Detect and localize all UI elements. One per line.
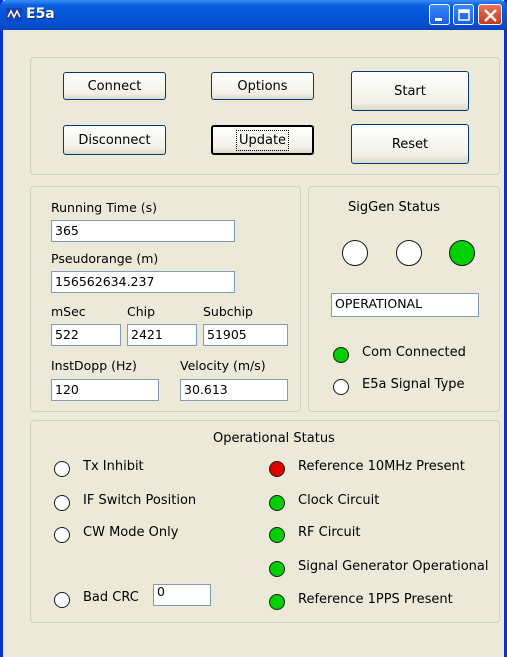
siggen-state-field[interactable]: OPERATIONAL: [331, 293, 479, 317]
msec-field[interactable]: 522: [51, 324, 121, 346]
siggen-indicator-2: [396, 240, 422, 266]
chip-field[interactable]: 2421: [127, 324, 197, 346]
tx-inhibit-label: Tx Inhibit: [83, 459, 144, 474]
running-time-field[interactable]: 365: [51, 220, 235, 242]
cw-mode-indicator: [54, 527, 70, 543]
clock-circuit-indicator: [269, 495, 285, 511]
rf-circuit-indicator: [269, 527, 285, 543]
ref-1pps-indicator: [269, 594, 285, 610]
ref-10mhz-label: Reference 10MHz Present: [298, 459, 465, 474]
rf-circuit-label: RF Circuit: [298, 525, 361, 540]
siggen-indicator-1: [342, 240, 368, 266]
bad-crc-field[interactable]: 0: [153, 584, 211, 606]
e5a-window: E5a Connect Disconnect Options Update St…: [0, 0, 507, 657]
reset-button[interactable]: Reset: [351, 124, 469, 164]
e5a-signal-indicator: [333, 379, 349, 395]
cw-mode-label: CW Mode Only: [83, 525, 179, 540]
pseudorange-label: Pseudorange (m): [51, 251, 159, 266]
close-button[interactable]: [478, 4, 502, 25]
bad-crc-indicator: [54, 592, 70, 608]
ref-1pps-label: Reference 1PPS Present: [298, 592, 453, 607]
velocity-field[interactable]: 30.613: [180, 379, 288, 401]
tx-inhibit-indicator: [54, 461, 70, 477]
siggen-indicator-3: [449, 240, 475, 266]
connect-button[interactable]: Connect: [63, 72, 166, 100]
if-switch-label: IF Switch Position: [83, 493, 197, 508]
update-button[interactable]: Update: [211, 125, 314, 155]
title-bar[interactable]: E5a: [0, 0, 507, 30]
minimize-button[interactable]: [429, 4, 450, 25]
com-connected-indicator: [333, 347, 349, 363]
clock-circuit-label: Clock Circuit: [298, 493, 380, 508]
siggen-status-title: SigGen Status: [348, 200, 440, 215]
operational-status-title: Operational Status: [213, 431, 335, 446]
app-icon: [6, 8, 22, 21]
window-title: E5a: [26, 6, 55, 22]
subchip-field[interactable]: 51905: [203, 324, 288, 346]
siggen-operational-label: Signal Generator Operational: [298, 559, 489, 574]
start-button[interactable]: Start: [351, 71, 469, 111]
chip-label: Chip: [127, 304, 156, 319]
if-switch-indicator: [54, 495, 70, 511]
maximize-button[interactable]: [453, 4, 474, 25]
bad-crc-label: Bad CRC: [83, 590, 139, 605]
subchip-label: Subchip: [203, 304, 253, 319]
velocity-label: Velocity (m/s): [180, 358, 266, 373]
running-time-label: Running Time (s): [51, 200, 158, 215]
instdopp-label: InstDopp (Hz): [51, 358, 137, 373]
msec-label: mSec: [51, 304, 86, 319]
siggen-operational-indicator: [269, 561, 285, 577]
instdopp-field[interactable]: 120: [51, 379, 159, 401]
disconnect-button[interactable]: Disconnect: [63, 125, 166, 155]
e5a-signal-label: E5a Signal Type: [362, 377, 465, 392]
pseudorange-field[interactable]: 156562634.237: [51, 271, 235, 293]
com-connected-label: Com Connected: [362, 345, 466, 360]
options-button[interactable]: Options: [211, 72, 314, 100]
ref-10mhz-indicator: [269, 461, 285, 477]
